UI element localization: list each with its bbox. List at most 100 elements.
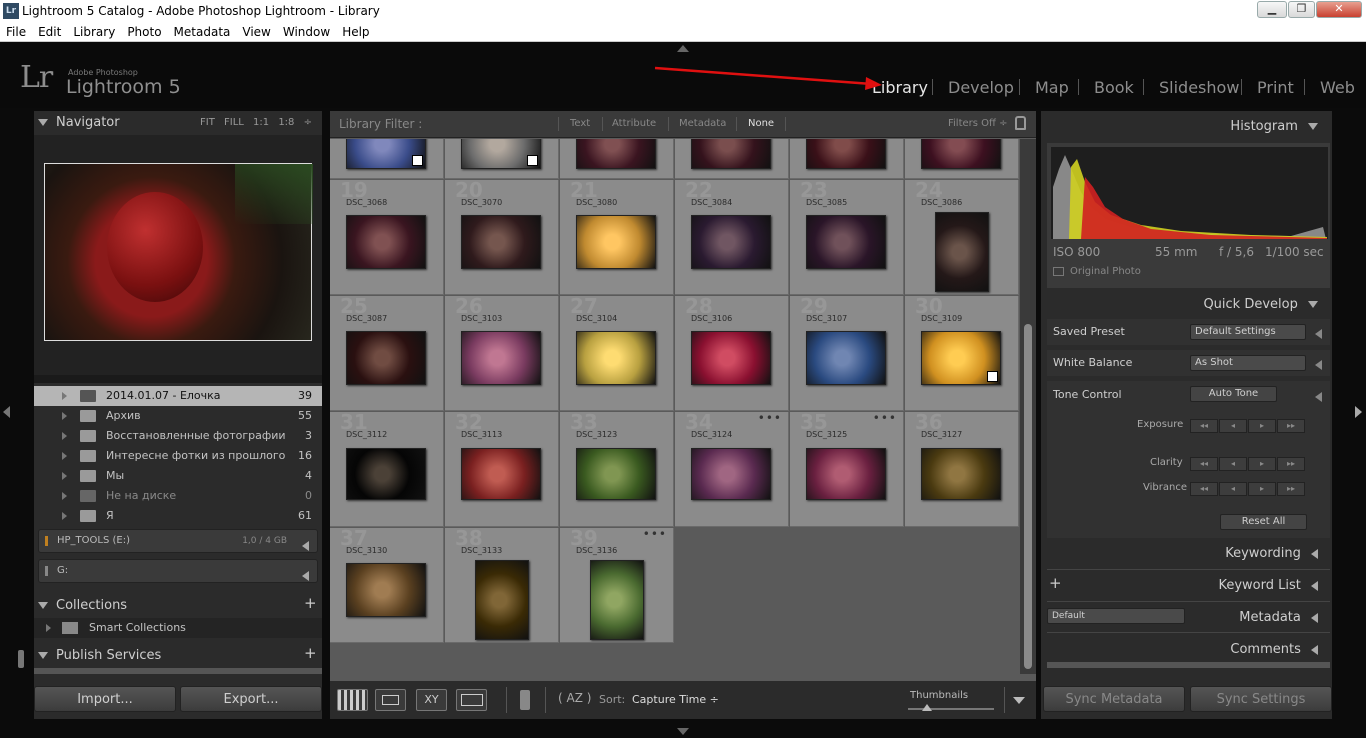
photo-thumbnail[interactable] <box>576 331 656 385</box>
grid-cell[interactable] <box>445 139 559 179</box>
menu-help[interactable]: Help <box>336 22 375 42</box>
grid-cell[interactable]: 39 DSC_3136 ••• <box>560 528 674 643</box>
photo-thumbnail[interactable] <box>346 139 426 169</box>
vibrance-increase-large[interactable]: ▸▸ <box>1277 482 1305 496</box>
photo-thumbnail[interactable] <box>806 139 886 169</box>
sort-direction-icon[interactable]: ( AZ ) <box>558 691 591 705</box>
toolbar-options-icon[interactable] <box>1013 697 1025 704</box>
grid-cell[interactable]: 32 DSC_3113 <box>445 412 559 527</box>
photo-thumbnail[interactable] <box>346 331 426 385</box>
photo-thumbnail[interactable] <box>461 215 541 269</box>
grid-cell[interactable]: 34 DSC_3124 ••• <box>675 412 789 527</box>
module-web[interactable]: Web <box>1320 78 1355 97</box>
zoom-1-1[interactable]: 1:1 <box>253 117 269 128</box>
menu-view[interactable]: View <box>236 22 276 42</box>
metadata-preset-dropdown[interactable]: Default <box>1047 608 1185 624</box>
import-button[interactable]: Import... <box>34 686 176 712</box>
navigator-preview-image[interactable] <box>44 163 313 341</box>
grid-cell[interactable]: 38 DSC_3133 <box>445 528 559 643</box>
photo-thumbnail[interactable] <box>921 331 1001 385</box>
grid-cell[interactable]: 30 DSC_3109 <box>905 296 1019 411</box>
clarity-decrease[interactable]: ◂ <box>1219 457 1247 471</box>
clarity-decrease-large[interactable]: ◂◂ <box>1190 457 1218 471</box>
filter-text[interactable]: Text <box>570 118 590 129</box>
grid-cell[interactable]: 21 DSC_3080 <box>560 180 674 295</box>
expand-triangle-icon[interactable] <box>62 392 67 400</box>
vibrance-increase[interactable]: ▸ <box>1248 482 1276 496</box>
menu-metadata[interactable]: Metadata <box>168 22 237 42</box>
photo-thumbnail[interactable] <box>806 215 886 269</box>
folder-row[interactable]: Интересне фотки из прошлого 16 <box>34 446 322 466</box>
folder-row[interactable]: Не на диске 0 <box>34 486 322 506</box>
photo-thumbnail[interactable] <box>921 448 1001 500</box>
metadata-header[interactable]: Metadata <box>1239 610 1318 625</box>
photo-thumbnail[interactable] <box>461 448 541 500</box>
more-options-icon[interactable]: ••• <box>873 412 897 425</box>
grid-cell[interactable] <box>790 139 904 179</box>
sort-dropdown[interactable]: Capture Time ÷ <box>632 693 719 706</box>
keywording-header[interactable]: Keywording <box>1225 546 1318 561</box>
grid-cell[interactable]: 33 DSC_3123 <box>560 412 674 527</box>
histogram-header[interactable]: Histogram <box>1230 119 1318 134</box>
photo-thumbnail[interactable] <box>346 563 426 617</box>
grid-scrollbar-thumb[interactable] <box>1024 324 1032 669</box>
original-photo-checkbox[interactable] <box>1053 267 1064 276</box>
add-collection-button[interactable]: + <box>304 594 317 612</box>
folder-row[interactable]: Я 61 <box>34 506 322 526</box>
exposure-increase-large[interactable]: ▸▸ <box>1277 419 1305 433</box>
maximize-button[interactable]: ❐ <box>1288 1 1315 18</box>
collapse-bottom-icon[interactable] <box>677 728 689 735</box>
grid-cell[interactable]: 31 DSC_3112 <box>330 412 444 527</box>
photo-thumbnail[interactable] <box>576 139 656 169</box>
photo-thumbnail[interactable] <box>806 448 886 500</box>
navigator-header[interactable]: Navigator <box>38 111 120 135</box>
grid-cell[interactable]: 23 DSC_3085 <box>790 180 904 295</box>
left-scrollbar[interactable] <box>18 650 24 668</box>
expand-triangle-icon[interactable] <box>62 452 67 460</box>
module-print[interactable]: Print <box>1257 78 1294 97</box>
menu-file[interactable]: File <box>0 22 32 42</box>
module-book[interactable]: Book <box>1094 78 1134 97</box>
white-balance-dropdown[interactable]: As Shot <box>1190 355 1306 371</box>
clarity-increase-large[interactable]: ▸▸ <box>1277 457 1305 471</box>
grid-cell[interactable] <box>905 139 1019 179</box>
grid-view-icon[interactable] <box>337 689 368 711</box>
photo-thumbnail[interactable] <box>576 215 656 269</box>
photo-thumbnail[interactable] <box>921 139 1001 169</box>
exposure-decrease[interactable]: ◂ <box>1219 419 1247 433</box>
thumbnail-size-slider[interactable] <box>908 704 994 711</box>
collapse-left-triangle-icon[interactable] <box>302 536 309 558</box>
survey-view-icon[interactable] <box>456 689 487 711</box>
photo-thumbnail[interactable] <box>691 331 771 385</box>
smart-collections-row[interactable]: Smart Collections <box>34 618 322 638</box>
grid-cell[interactable]: 19 DSC_3068 <box>330 180 444 295</box>
zoom-1-8[interactable]: 1:8 <box>278 117 294 128</box>
grid-cell[interactable]: 25 DSC_3087 <box>330 296 444 411</box>
grid-cell[interactable]: 29 DSC_3107 <box>790 296 904 411</box>
reset-all-button[interactable]: Reset All <box>1220 514 1307 530</box>
compare-view-icon[interactable]: XY <box>416 689 447 711</box>
filter-none[interactable]: None <box>748 118 774 129</box>
menu-window[interactable]: Window <box>277 22 336 42</box>
grid-cell[interactable]: 20 DSC_3070 <box>445 180 559 295</box>
expand-triangle-icon[interactable] <box>62 412 67 420</box>
photo-thumbnail[interactable] <box>475 560 529 640</box>
keyword-list-header[interactable]: Keyword List <box>1218 578 1318 593</box>
volume-hp-tools[interactable]: HP_TOOLS (E:) 1,0 / 4 GB <box>38 529 318 553</box>
photo-thumbnail[interactable] <box>691 215 771 269</box>
loupe-view-icon[interactable] <box>375 689 406 711</box>
publish-services-header[interactable]: Publish Services <box>38 644 161 668</box>
grid-cell[interactable]: 22 DSC_3084 <box>675 180 789 295</box>
collapse-left-triangle-icon[interactable] <box>1315 358 1322 371</box>
grid-cell[interactable] <box>330 139 444 179</box>
folder-row[interactable]: Архив 55 <box>34 406 322 426</box>
photo-thumbnail[interactable] <box>576 448 656 500</box>
grid-cell[interactable] <box>560 139 674 179</box>
quick-develop-header[interactable]: Quick Develop <box>1203 297 1318 312</box>
export-button[interactable]: Export... <box>180 686 322 712</box>
module-slideshow[interactable]: Slideshow <box>1159 78 1239 97</box>
minimize-button[interactable]: ▁ <box>1257 1 1287 18</box>
exposure-increase[interactable]: ▸ <box>1248 419 1276 433</box>
module-map[interactable]: Map <box>1035 78 1069 97</box>
histogram-chart[interactable] <box>1051 147 1328 239</box>
